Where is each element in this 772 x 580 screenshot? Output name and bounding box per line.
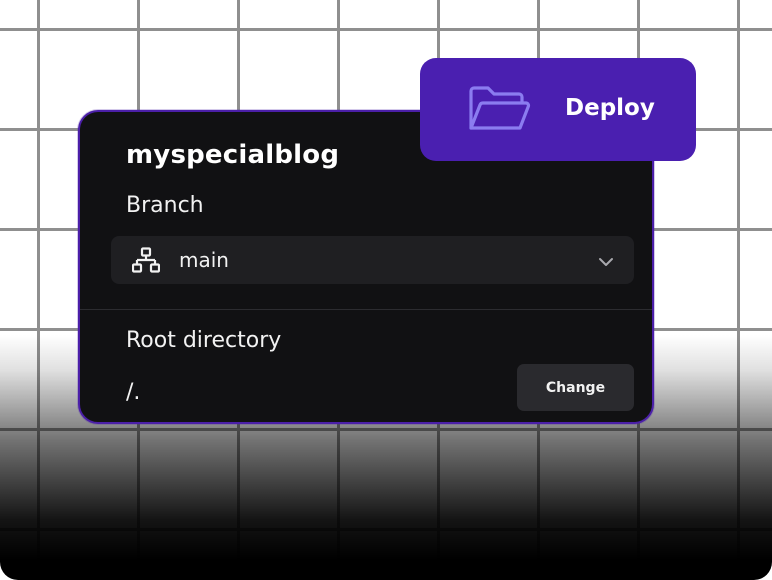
root-directory-value: /. <box>126 380 141 405</box>
section-divider <box>80 309 652 310</box>
background-grid: myspecialblog Branch main Root directory… <box>0 0 772 580</box>
deploy-button[interactable]: Deploy <box>420 58 696 161</box>
branch-icon <box>131 247 161 273</box>
change-button[interactable]: Change <box>517 364 634 411</box>
project-name: myspecialblog <box>126 140 340 170</box>
root-directory-label: Root directory <box>126 328 282 353</box>
branch-select[interactable]: main <box>111 236 634 284</box>
chevron-down-icon <box>598 253 614 266</box>
deploy-label: Deploy <box>565 95 655 121</box>
folder-open-icon <box>466 84 532 134</box>
branch-value: main <box>179 248 229 272</box>
branch-label: Branch <box>126 193 204 218</box>
